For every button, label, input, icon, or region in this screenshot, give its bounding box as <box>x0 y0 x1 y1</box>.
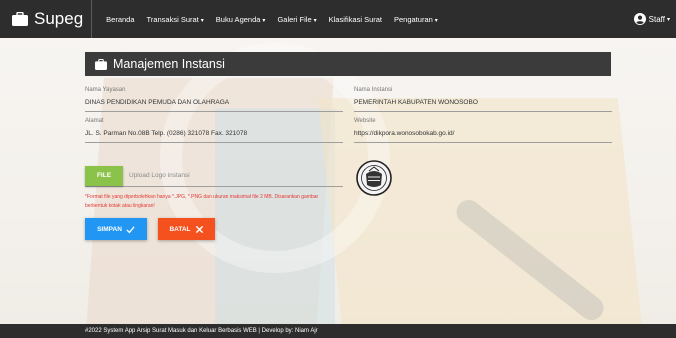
nama-instansi-input[interactable]: PEMERINTAH KABUPATEN WONOSOBO <box>354 99 612 112</box>
alamat-input[interactable]: JL. S. Parman No.08B Telp. (0286) 321078… <box>85 130 343 143</box>
card-header: Manajemen Instansi <box>85 52 611 76</box>
website-field[interactable]: Website https://dikpora.wonosobokab.go.i… <box>354 118 612 143</box>
user-circle-icon <box>633 13 646 25</box>
close-icon <box>195 225 203 233</box>
nav-pengaturan[interactable]: Pengaturan ▾ <box>388 15 444 24</box>
check-icon <box>126 225 135 233</box>
footer-text: #2022 System App Arsip Surat Masuk dan K… <box>85 328 318 334</box>
website-input[interactable]: https://dikpora.wonosobokab.go.id/ <box>354 130 612 143</box>
cancel-button[interactable]: BATAL <box>158 218 215 240</box>
top-navbar: Supeg Beranda Transaksi Surat ▾ Buku Agen… <box>0 0 676 38</box>
file-format-note: *Format file yang diperbolehkan hanya *.… <box>85 194 319 209</box>
user-name: Staff <box>648 14 665 24</box>
nav-buku-agenda[interactable]: Buku Agenda ▾ <box>210 15 272 24</box>
page-title: Manajemen Instansi <box>113 57 225 71</box>
nav-label: Pengaturan <box>394 14 433 24</box>
nama-instansi-field[interactable]: Nama Instansi PEMERINTAH KABUPATEN WONOS… <box>354 87 612 112</box>
briefcase-icon <box>95 58 107 70</box>
caret-down-icon: ▾ <box>313 17 317 24</box>
nav-beranda[interactable]: Beranda <box>100 15 140 24</box>
nav-galeri-file[interactable]: Galeri File ▾ <box>271 15 322 24</box>
logo-upload-field[interactable]: FILE Upload Logo instansi <box>85 165 343 187</box>
brand-link[interactable]: Supeg <box>0 0 93 38</box>
alamat-label: Alamat <box>85 118 104 124</box>
file-button[interactable]: FILE <box>85 165 123 186</box>
footer: #2022 System App Arsip Surat Masuk dan K… <box>0 324 676 338</box>
nama-yayasan-label: Nama Yayasan <box>85 87 126 93</box>
nav-klasifikasi-surat[interactable]: Klasifikasi Surat <box>323 15 388 24</box>
nav-label: Transaksi Surat <box>146 14 199 24</box>
nav-transaksi-surat[interactable]: Transaksi Surat ▾ <box>141 15 210 24</box>
briefcase-icon <box>12 12 28 26</box>
nav-label: Klasifikasi Surat <box>328 14 382 24</box>
website-label: Website <box>354 118 376 124</box>
brand-name: Supeg <box>34 9 84 28</box>
cancel-button-label: BATAL <box>169 225 191 233</box>
nav-label: Galeri File <box>277 14 312 24</box>
caret-down-icon: ▾ <box>666 16 670 23</box>
user-menu[interactable]: Staff ▾ <box>633 0 670 38</box>
nav-label: Buku Agenda <box>215 14 261 24</box>
file-path-input[interactable]: Upload Logo instansi <box>129 172 190 179</box>
caret-down-icon: ▾ <box>200 17 204 24</box>
caret-down-icon: ▾ <box>262 17 266 24</box>
save-button-label: SIMPAN <box>97 225 122 233</box>
main-menu: Beranda Transaksi Surat ▾ Buku Agenda ▾ Ga… <box>100 15 444 24</box>
nama-instansi-label: Nama Instansi <box>354 87 393 93</box>
caret-down-icon: ▾ <box>434 17 438 24</box>
save-button[interactable]: SIMPAN <box>85 218 147 240</box>
alamat-field[interactable]: Alamat JL. S. Parman No.08B Telp. (0286)… <box>85 118 343 143</box>
instansi-form-card: Manajemen Instansi Nama Yayasan DINAS PE… <box>85 52 612 252</box>
nav-label: Beranda <box>106 14 135 24</box>
nama-yayasan-input[interactable]: DINAS PENDIDIKAN PEMUDA DAN OLAHRAGA <box>85 99 343 112</box>
instansi-logo <box>356 160 392 196</box>
nama-yayasan-field[interactable]: Nama Yayasan DINAS PENDIDIKAN PEMUDA DAN… <box>85 87 343 112</box>
